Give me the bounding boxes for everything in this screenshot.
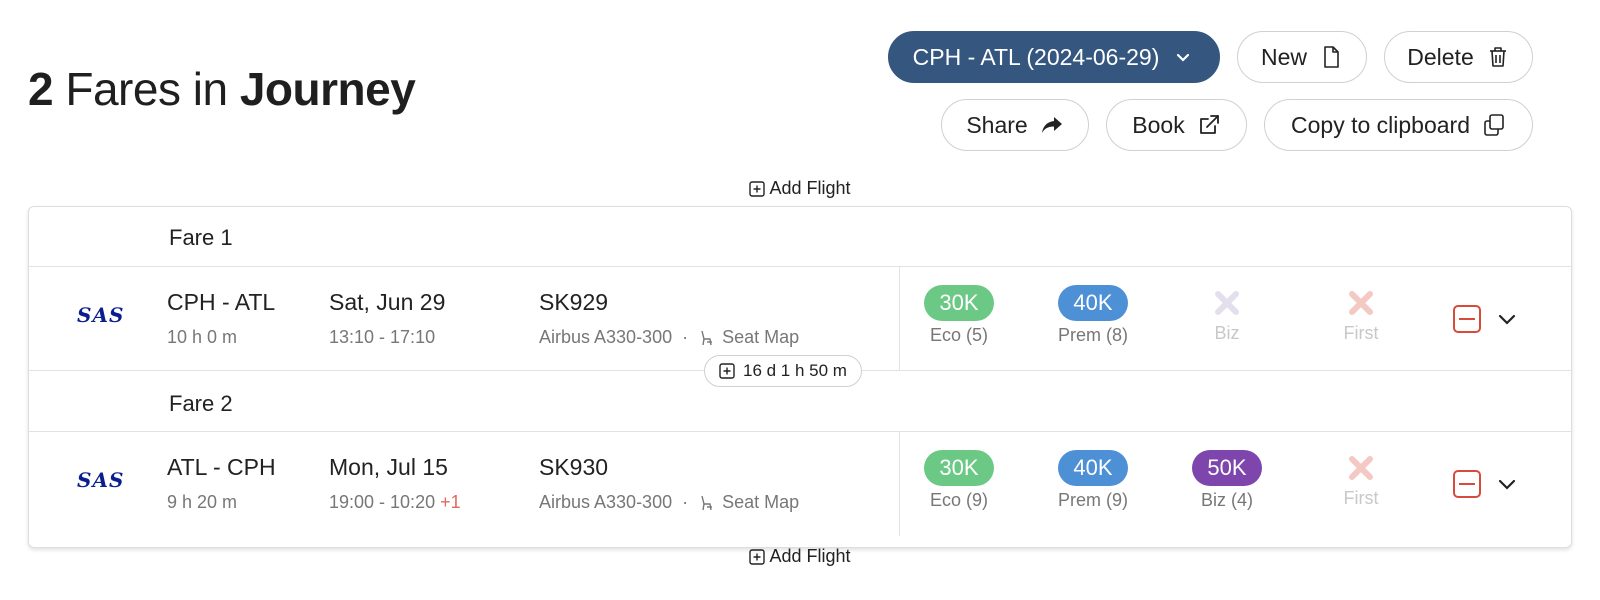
separator-dot: · bbox=[682, 327, 689, 347]
price-pill: 40K bbox=[1058, 285, 1128, 321]
cabin-label: Eco (5) bbox=[929, 325, 989, 345]
plus-square-icon bbox=[749, 548, 766, 565]
new-button[interactable]: New bbox=[1237, 31, 1367, 83]
new-button-label: New bbox=[1260, 43, 1307, 70]
trash-icon bbox=[1489, 47, 1506, 67]
fare-label: Fare 1 bbox=[169, 225, 233, 250]
cabin-label: Prem (8) bbox=[1057, 325, 1128, 345]
aircraft-info: Airbus A330-300 · Seat Map bbox=[539, 492, 799, 513]
copy-icon bbox=[1484, 114, 1504, 136]
copy-to-clipboard-button[interactable]: Copy to clipboard bbox=[1264, 99, 1533, 151]
flight-date: Mon, Jul 15 bbox=[329, 454, 448, 480]
column-divider bbox=[899, 432, 900, 536]
share-button[interactable]: Share bbox=[941, 99, 1089, 151]
cabin-label: Biz (4) bbox=[1200, 490, 1253, 510]
file-icon bbox=[1324, 46, 1339, 68]
airline-logo: SAS bbox=[77, 468, 125, 492]
cabin-label: First bbox=[1343, 323, 1379, 343]
fare-header: Fare 1 bbox=[29, 207, 1571, 267]
time-range: 13:10 - 17:10 bbox=[329, 327, 436, 347]
aircraft-info: Airbus A330-300 · Seat Map bbox=[539, 327, 799, 348]
add-flight-top-button[interactable]: Add Flight bbox=[0, 178, 1600, 199]
time-range: 19:00 - 10:20 bbox=[329, 492, 436, 512]
fare-label: Fare 2 bbox=[169, 391, 233, 416]
add-flight-label: Add Flight bbox=[769, 546, 851, 566]
chevron-down-icon[interactable] bbox=[1495, 307, 1519, 331]
route: ATL - CPH bbox=[167, 454, 276, 480]
cabin-eco[interactable]: 30K Eco (5) bbox=[904, 285, 1014, 346]
seat-map-link[interactable]: Seat Map bbox=[698, 492, 799, 513]
route: CPH - ATL bbox=[167, 289, 276, 315]
journey-select[interactable]: CPH - ATL (2024-06-29) bbox=[888, 31, 1220, 83]
day-offset: +1 bbox=[440, 492, 461, 512]
seat-map-label: Seat Map bbox=[722, 327, 800, 347]
book-button[interactable]: Book bbox=[1106, 99, 1247, 151]
title-middle: Fares in bbox=[53, 63, 240, 115]
flight-number: SK930 bbox=[539, 454, 609, 480]
plus-square-icon bbox=[749, 180, 766, 197]
unavailable-x-icon bbox=[1349, 291, 1373, 315]
flight-times: 13:10 - 17:10 bbox=[329, 327, 435, 348]
cabin-label: First bbox=[1343, 488, 1379, 508]
journey-select-label: CPH - ATL (2024-06-29) bbox=[912, 43, 1160, 70]
seat-icon bbox=[701, 495, 713, 510]
remove-flight-button[interactable] bbox=[1453, 305, 1481, 333]
cabin-label: Eco (9) bbox=[929, 490, 989, 510]
share-arrow-icon bbox=[1041, 117, 1062, 133]
minus-icon bbox=[1459, 483, 1475, 485]
flight-date: Sat, Jun 29 bbox=[329, 289, 446, 315]
title-journey: Journey bbox=[239, 63, 416, 115]
seat-map-link[interactable]: Seat Map bbox=[698, 327, 799, 348]
column-divider bbox=[899, 267, 900, 370]
chevron-down-icon bbox=[1177, 53, 1190, 62]
separator-dot: · bbox=[682, 492, 689, 512]
external-link-icon bbox=[1199, 115, 1219, 134]
layover-duration: 16 d 1 h 50 m bbox=[743, 361, 847, 380]
cabin-prem[interactable]: 40K Prem (9) bbox=[1038, 450, 1148, 511]
duration: 10 h 0 m bbox=[167, 327, 238, 347]
aircraft-type: Airbus A330-300 bbox=[539, 327, 673, 347]
price-pill: 30K bbox=[924, 285, 994, 321]
delete-button-label: Delete bbox=[1407, 43, 1474, 70]
copy-button-label: Copy to clipboard bbox=[1291, 111, 1470, 138]
price-pill: 50K bbox=[1192, 450, 1262, 486]
unavailable-x-icon bbox=[1215, 291, 1239, 315]
remove-flight-button[interactable] bbox=[1453, 470, 1481, 498]
cabin-prem[interactable]: 40K Prem (8) bbox=[1038, 285, 1148, 346]
flight-row[interactable]: SAS ATL - CPH 9 h 20 m Mon, Jul 15 19:00… bbox=[29, 432, 1571, 536]
cabin-biz[interactable]: 50K Biz (4) bbox=[1172, 450, 1282, 511]
flight-number: SK929 bbox=[539, 289, 609, 315]
delete-button[interactable]: Delete bbox=[1384, 31, 1533, 83]
plus-square-icon bbox=[719, 363, 735, 379]
price-pill: 40K bbox=[1058, 450, 1128, 486]
seat-map-label: Seat Map bbox=[722, 492, 800, 512]
chevron-down-icon[interactable] bbox=[1495, 472, 1519, 496]
cabin-first: First bbox=[1306, 450, 1416, 509]
layover-add-flight-button[interactable]: 16 d 1 h 50 m bbox=[704, 355, 862, 387]
share-button-label: Share bbox=[966, 111, 1028, 138]
add-flight-label: Add Flight bbox=[769, 178, 851, 198]
airline-logo: SAS bbox=[77, 303, 125, 327]
unavailable-x-icon bbox=[1349, 456, 1373, 480]
aircraft-type: Airbus A330-300 bbox=[539, 492, 673, 512]
cabin-label: Prem (9) bbox=[1057, 490, 1128, 510]
flight-times: 19:00 - 10:20 +1 bbox=[329, 492, 461, 513]
fare-count: 2 bbox=[28, 63, 54, 115]
seat-icon bbox=[701, 330, 713, 345]
price-pill: 30K bbox=[924, 450, 994, 486]
cabin-eco[interactable]: 30K Eco (9) bbox=[904, 450, 1014, 511]
book-button-label: Book bbox=[1132, 111, 1185, 138]
cabin-biz: Biz bbox=[1172, 285, 1282, 344]
cabin-first: First bbox=[1306, 285, 1416, 344]
page-title: 2 Fares in Journey bbox=[28, 62, 416, 116]
add-flight-bottom-button[interactable]: Add Flight bbox=[0, 546, 1600, 567]
minus-icon bbox=[1459, 318, 1475, 320]
cabin-label: Biz bbox=[1214, 323, 1240, 343]
duration: 9 h 20 m bbox=[167, 492, 238, 512]
